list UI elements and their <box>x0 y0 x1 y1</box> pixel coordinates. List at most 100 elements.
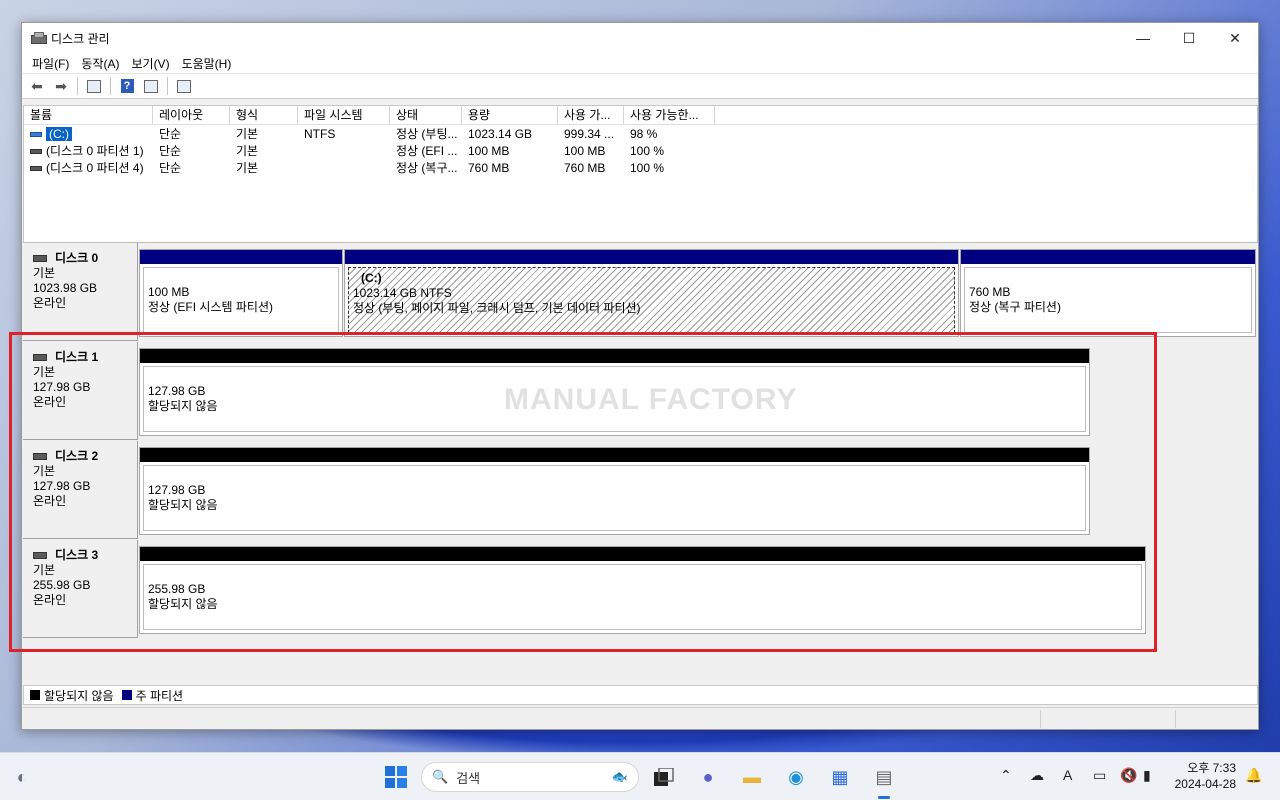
column-status[interactable]: 상태 <box>390 106 462 124</box>
disk-status: 온라인 <box>33 593 67 607</box>
partition-recovery[interactable]: 760 MB 정상 (복구 파티션) <box>960 249 1256 337</box>
disk-status: 온라인 <box>33 494 67 508</box>
partition-c-drive[interactable]: (C:) 1023.14 GB NTFS 정상 (부팅, 페이지 파일, 크래시… <box>344 249 959 337</box>
volume-name: (디스크 0 파티션 1) <box>46 144 144 158</box>
disk-size: 127.98 GB <box>33 479 91 493</box>
partition-body: 760 MB 정상 (복구 파티션) <box>964 267 1252 333</box>
menu-help[interactable]: 도움말(H) <box>176 55 238 72</box>
table-row[interactable]: (디스크 0 파티션 4) 단순 기본 정상 (복구... 760 MB 760… <box>24 159 1257 176</box>
table-cell: 100 MB <box>564 143 606 158</box>
menu-file[interactable]: 파일(F) <box>26 55 75 72</box>
help-icon[interactable]: ? <box>116 76 138 96</box>
forward-arrow-icon[interactable]: ➡ <box>50 76 72 96</box>
notification-bell-icon[interactable]: 🔔 <box>1245 767 1262 784</box>
unallocated-swatch <box>30 690 40 700</box>
legend-primary: 주 파티션 <box>135 688 184 703</box>
table-cell: 98 % <box>630 126 658 141</box>
chevron-up-icon[interactable]: ⌃ <box>1000 767 1012 784</box>
disk-2-info[interactable]: 디스크 2 기본 127.98 GB 온라인 <box>23 441 138 539</box>
search-label: 검색 <box>456 770 481 786</box>
disk-3-info[interactable]: 디스크 3 기본 255.98 GB 온라인 <box>23 540 138 638</box>
table-row[interactable]: (디스크 0 파티션 1) 단순 기본 정상 (EFI ... 100 MB 1… <box>24 142 1257 159</box>
table-row[interactable]: (C:) 단순 기본 NTFS 정상 (부팅... 1023.14 GB 999… <box>24 125 1257 142</box>
disk-size: 1023.98 GB <box>33 281 98 295</box>
drive-icon <box>30 131 42 137</box>
unallocated-bar <box>140 448 1089 462</box>
partition-size: 127.98 GB <box>148 483 206 497</box>
toolbar-separator <box>110 77 111 95</box>
checklist-icon[interactable] <box>173 76 195 96</box>
console-tree-icon[interactable] <box>83 76 105 96</box>
column-file-system[interactable]: 파일 시스템 <box>298 106 390 124</box>
column-volume[interactable]: 볼륨 <box>24 106 153 124</box>
disk-2-row: 디스크 2 기본 127.98 GB 온라인 127.98 GB 할당되지 않음 <box>23 441 1258 541</box>
table-cell: 단순 <box>159 127 182 141</box>
toolbar-separator <box>167 77 168 95</box>
disk-name: 디스크 3 <box>33 548 137 563</box>
disk-1-info[interactable]: 디스크 1 기본 127.98 GB 온라인 <box>23 342 138 440</box>
disk-type: 기본 <box>33 464 56 478</box>
cloud-off-icon[interactable]: ☁ <box>1030 767 1044 784</box>
disk-management-icon <box>31 32 47 44</box>
task-view-icon[interactable] <box>652 765 676 789</box>
disk-size: 127.98 GB <box>33 380 91 394</box>
partition-size: 100 MB <box>148 285 190 299</box>
drive-icon <box>30 149 42 155</box>
table-cell: NTFS <box>304 126 336 141</box>
minimize-button[interactable]: — <box>1120 23 1166 53</box>
network-icon[interactable]: ▭ <box>1093 767 1106 784</box>
table-cell: 단순 <box>159 144 182 158</box>
disk-0-row: 디스크 0 기본 1023.98 GB 온라인 100 MB 정상 (EFI 시… <box>23 243 1258 343</box>
disk-0-info[interactable]: 디스크 0 기본 1023.98 GB 온라인 <box>23 243 138 341</box>
table-cell: 정상 (EFI ... <box>396 144 458 158</box>
unallocated-space[interactable]: 255.98 GB 할당되지 않음 <box>139 546 1146 634</box>
disk-management-window: 디스크 관리 — ☐ ✕ 파일(F) 동작(A) 보기(V) 도움말(H) ⬅ … <box>21 22 1259 730</box>
maximize-button[interactable]: ☐ <box>1166 23 1212 53</box>
volume-muted-icon[interactable]: 🔇 <box>1120 767 1137 784</box>
disk-type: 기본 <box>33 563 56 577</box>
primary-partition-bar <box>961 250 1255 264</box>
partition-efi[interactable]: 100 MB 정상 (EFI 시스템 파티션) <box>139 249 343 337</box>
status-bar <box>23 707 1258 729</box>
teams-chat-icon[interactable]: ● <box>696 765 720 789</box>
primary-partition-bar <box>140 250 342 264</box>
widgets-icon[interactable]: ◐ <box>10 765 34 789</box>
toolbar-separator <box>77 77 78 95</box>
disk-map: 디스크 0 기본 1023.98 GB 온라인 100 MB 정상 (EFI 시… <box>23 242 1258 680</box>
column-capacity[interactable]: 용량 <box>462 106 558 124</box>
column-free-space[interactable]: 사용 가... <box>558 106 624 124</box>
column-layout[interactable]: 레이아웃 <box>153 106 230 124</box>
back-arrow-icon[interactable]: ⬅ <box>26 76 48 96</box>
battery-icon[interactable]: ▮ <box>1143 767 1151 784</box>
table-cell: 정상 (부팅... <box>396 127 458 141</box>
menu-action[interactable]: 동작(A) <box>75 55 125 72</box>
menu-view[interactable]: 보기(V) <box>125 55 175 72</box>
microsoft-store-icon[interactable]: ▦ <box>828 765 852 789</box>
partition-body: 100 MB 정상 (EFI 시스템 파티션) <box>143 267 339 333</box>
clock-time: 오후 7:33 <box>1187 761 1236 775</box>
unallocated-bar <box>140 349 1089 363</box>
column-type[interactable]: 형식 <box>230 106 298 124</box>
system-clock[interactable]: 오후 7:33 2024-04-28 <box>1166 760 1236 792</box>
table-cell: 기본 <box>236 127 259 141</box>
table-cell: 100 % <box>630 160 665 175</box>
edge-browser-icon[interactable]: ◉ <box>784 765 808 789</box>
file-explorer-icon[interactable]: ▬ <box>740 765 764 789</box>
taskbar-search[interactable]: 🔍 검색 🐟 <box>421 762 639 792</box>
disk-management-taskbar-icon[interactable]: ▤ <box>872 765 896 789</box>
table-cell: 760 MB <box>564 160 606 175</box>
close-button[interactable]: ✕ <box>1212 23 1258 53</box>
primary-swatch <box>121 690 132 700</box>
toolbar: ⬅ ➡ ? <box>22 73 1258 99</box>
partition-body: 255.98 GB 할당되지 않음 <box>143 564 1142 630</box>
unallocated-space[interactable]: 127.98 GB 할당되지 않음 <box>139 447 1090 535</box>
properties-icon[interactable] <box>140 76 162 96</box>
disk-name: 디스크 1 <box>33 350 137 365</box>
column-percent-free[interactable]: 사용 가능한... <box>624 106 715 124</box>
start-icon[interactable] <box>384 765 408 789</box>
disk-type: 기본 <box>33 266 56 280</box>
input-method-icon[interactable]: A <box>1063 767 1072 783</box>
volume-list: 볼륨 레이아웃 형식 파일 시스템 상태 용량 사용 가... 사용 가능한..… <box>23 105 1258 253</box>
partition-desc: 정상 (부팅, 페이지 파일, 크래시 덤프, 기본 데이터 파티션) <box>353 301 641 315</box>
table-cell: 단순 <box>159 161 182 175</box>
